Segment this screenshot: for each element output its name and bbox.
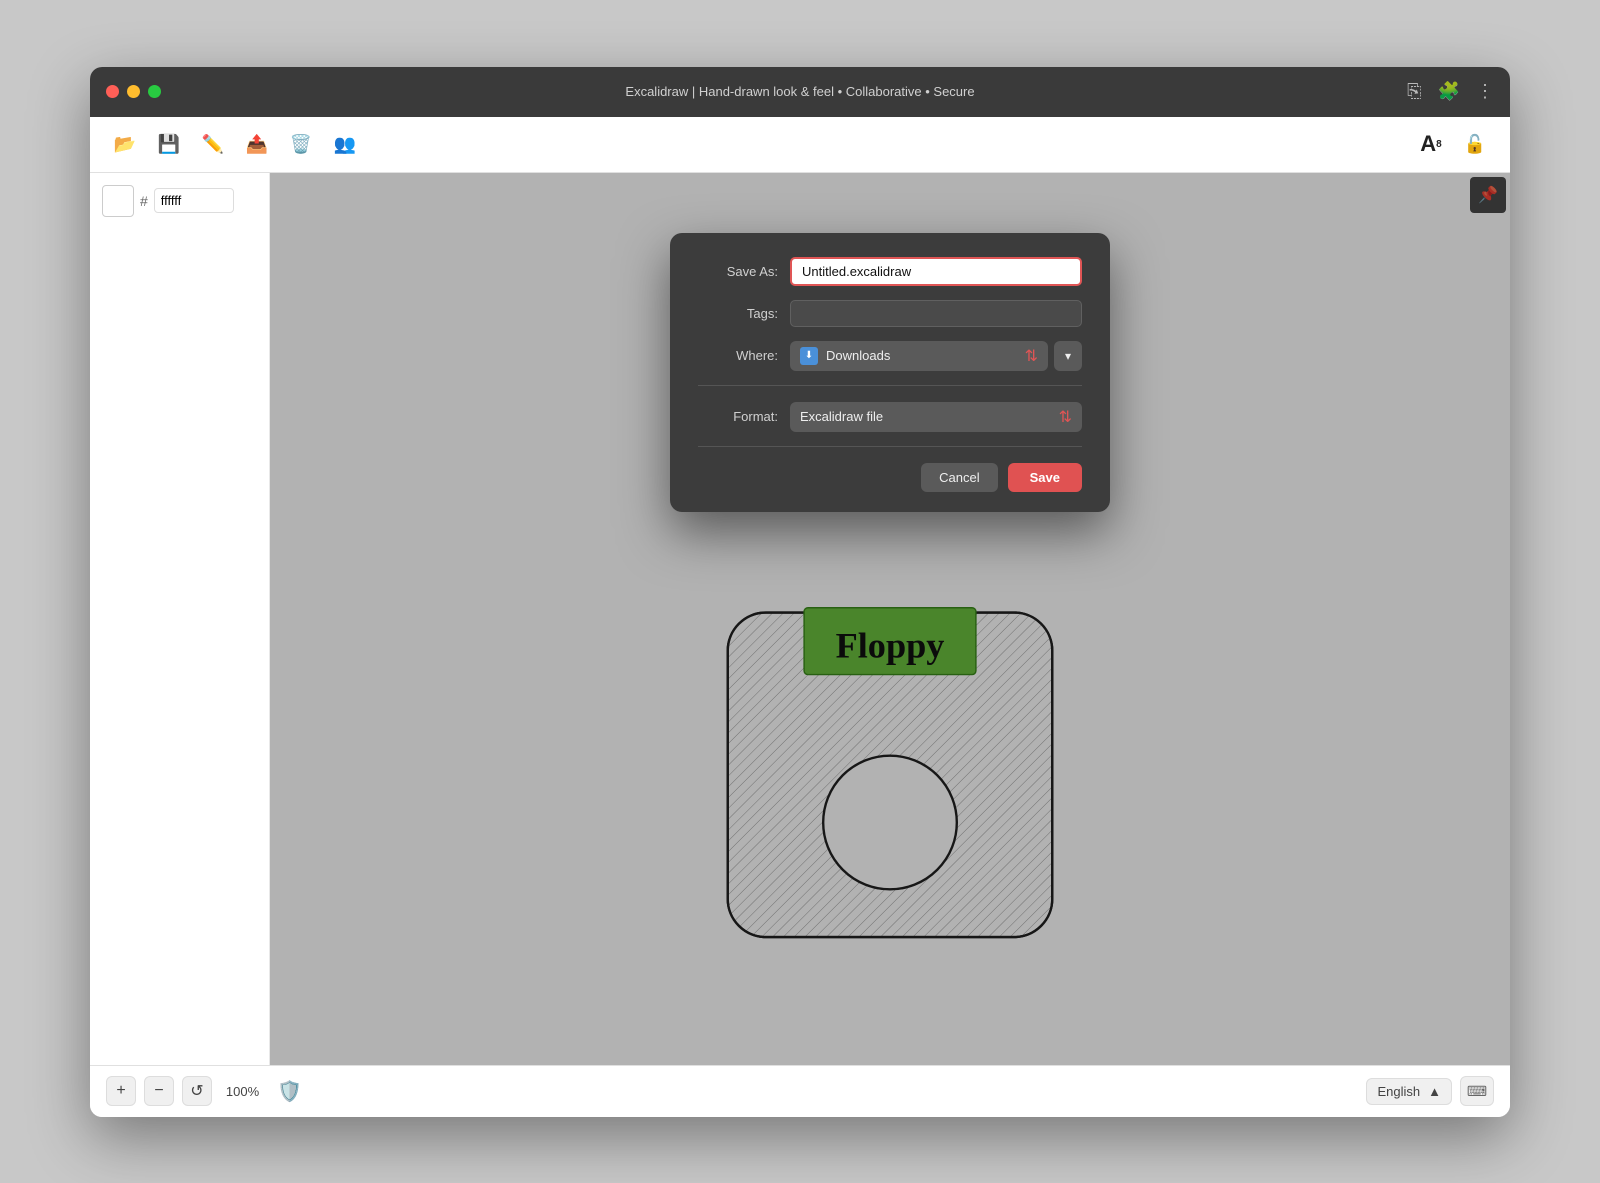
modal-overlay: Save As: Tags: Where: ⬇: [270, 173, 1510, 1065]
where-row: Where: ⬇ Downloads ⇅ ▾: [698, 341, 1082, 371]
language-arrow-icon: ▲: [1428, 1084, 1441, 1099]
hash-symbol: #: [140, 193, 148, 209]
downloads-folder-icon: ⬇: [800, 347, 818, 365]
cancel-button[interactable]: Cancel: [921, 463, 997, 492]
edit-btn[interactable]: ✏️: [194, 125, 232, 163]
dialog-separator: [698, 385, 1082, 386]
where-chevron-icon: ⇅: [1025, 346, 1038, 366]
font-btn[interactable]: A8: [1412, 125, 1450, 163]
dialog-separator-2: [698, 446, 1082, 447]
save-as-input[interactable]: [790, 257, 1082, 286]
zoom-out-button[interactable]: −: [144, 1076, 174, 1106]
format-value: Excalidraw file: [800, 409, 883, 424]
traffic-lights: [106, 85, 161, 98]
maximize-button[interactable]: [148, 85, 161, 98]
more-options-icon[interactable]: ⋮: [1476, 81, 1494, 102]
bottom-bar: + − ↺ 100% 🛡️ English ▲ ⌨: [90, 1065, 1510, 1117]
export-btn[interactable]: 📤: [238, 125, 276, 163]
reset-zoom-button[interactable]: ↺: [182, 1076, 212, 1106]
canvas-area[interactable]: Floppy Save As: Tags:: [270, 173, 1510, 1065]
title-bar: Excalidraw | Hand-drawn look & feel • Co…: [90, 67, 1510, 117]
where-label: Where:: [698, 348, 778, 363]
color-row: #: [102, 185, 257, 217]
window-title: Excalidraw | Hand-drawn look & feel • Co…: [625, 84, 974, 99]
format-chevron-icon: ⇅: [1059, 407, 1072, 427]
zoom-level: 100%: [220, 1084, 265, 1099]
tags-row: Tags:: [698, 300, 1082, 327]
save-dialog: Save As: Tags: Where: ⬇: [670, 233, 1110, 512]
where-value: Downloads: [826, 348, 1017, 363]
format-select[interactable]: Excalidraw file ⇅: [790, 402, 1082, 432]
extensions-icon[interactable]: 🧩: [1438, 81, 1460, 102]
lock-btn[interactable]: 🔓: [1456, 125, 1494, 163]
where-select[interactable]: ⬇ Downloads ⇅: [790, 341, 1048, 371]
shield-icon: 🛡️: [277, 1079, 302, 1104]
format-row: Format: Excalidraw file ⇅: [698, 402, 1082, 432]
dialog-buttons: Cancel Save: [698, 463, 1082, 492]
bottom-right: English ▲ ⌨: [1366, 1076, 1494, 1106]
zoom-in-button[interactable]: +: [106, 1076, 136, 1106]
language-select[interactable]: English ▲: [1366, 1078, 1452, 1105]
app-window: Excalidraw | Hand-drawn look & feel • Co…: [90, 67, 1510, 1117]
format-label: Format:: [698, 409, 778, 424]
save-as-label: Save As:: [698, 264, 778, 279]
collaborate-btn[interactable]: 👥: [326, 125, 364, 163]
title-bar-actions: ⎘ 🧩 ⋮: [1407, 81, 1494, 102]
language-label: English: [1377, 1084, 1420, 1099]
new-tab-icon[interactable]: ⎘: [1407, 81, 1421, 102]
toolbar: 📂 💾 ✏️ 📤 🗑️ 👥 A8 🔓: [90, 117, 1510, 173]
tags-input[interactable]: [790, 300, 1082, 327]
save-button[interactable]: Save: [1008, 463, 1082, 492]
left-panel: #: [90, 173, 270, 1065]
color-input[interactable]: [154, 188, 234, 213]
tags-label: Tags:: [698, 306, 778, 321]
where-expand-btn[interactable]: ▾: [1054, 341, 1082, 371]
where-container: ⬇ Downloads ⇅ ▾: [790, 341, 1082, 371]
color-swatch[interactable]: [102, 185, 134, 217]
save-as-row: Save As:: [698, 257, 1082, 286]
save-btn[interactable]: 💾: [150, 125, 188, 163]
main-content: #: [90, 173, 1510, 1065]
keyboard-button[interactable]: ⌨: [1460, 1076, 1494, 1106]
close-button[interactable]: [106, 85, 119, 98]
minimize-button[interactable]: [127, 85, 140, 98]
open-folder-btn[interactable]: 📂: [106, 125, 144, 163]
delete-btn[interactable]: 🗑️: [282, 125, 320, 163]
